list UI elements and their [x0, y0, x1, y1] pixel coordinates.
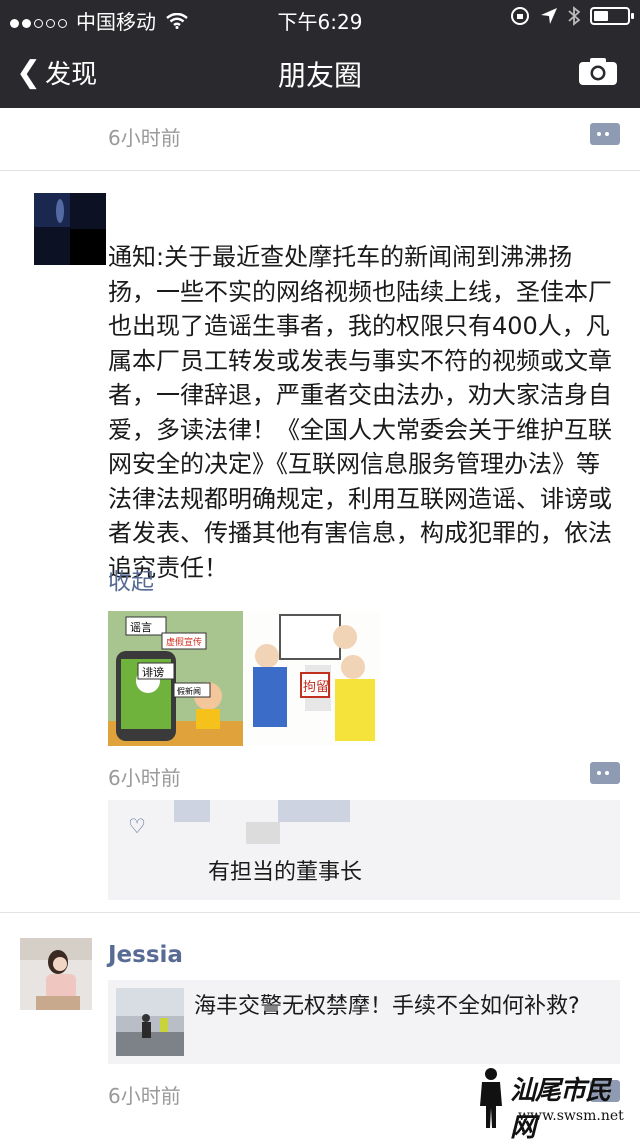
silhouette-logo: [480, 1068, 502, 1128]
article-thumbnail: [116, 988, 184, 1056]
status-bar: 中国移动 下午6:29: [0, 0, 640, 36]
avatar[interactable]: [34, 193, 106, 265]
image-word: 诽谤: [142, 665, 164, 679]
blurred-name: [174, 800, 210, 822]
article-title: 海丰交警无权禁摩！手续不全如何补救?: [194, 994, 580, 1019]
divider: [0, 170, 640, 171]
image-word: 假新闻: [177, 686, 201, 696]
post-image-rumor-cartoon[interactable]: 谣言 虚假宣传 诽谤 假新闻: [108, 611, 243, 746]
camera-icon[interactable]: [578, 56, 618, 86]
blurred-name: [246, 822, 280, 844]
image-word: 谣言: [130, 621, 152, 634]
watermark-url: www.swsm.net: [518, 1108, 624, 1124]
bluetooth-icon: [568, 6, 580, 26]
battery-icon: [590, 7, 634, 25]
comment-text[interactable]: 有担当的董事长: [208, 854, 362, 886]
watermark-text: 汕尾市民网: [510, 1076, 611, 1143]
comments-box: ♡ 有担当的董事长: [108, 800, 620, 900]
shared-article-card[interactable]: 海丰交警无权禁摩！手续不全如何补救?: [108, 980, 620, 1064]
comment-icon[interactable]: [590, 762, 620, 784]
comment-icon[interactable]: [590, 123, 620, 145]
image-word: 虚假宣传: [166, 636, 202, 648]
page-title: 朋友圈: [277, 59, 362, 92]
avatar-image: [34, 193, 106, 265]
avatar[interactable]: [20, 938, 92, 1010]
avatar-image: [20, 938, 92, 1010]
site-watermark: 汕尾市民网 www.swsm.net: [474, 1064, 634, 1143]
author-name[interactable]: Jessia: [108, 942, 183, 968]
image-word: 拘留: [303, 680, 329, 695]
heart-icon: ♡: [128, 814, 146, 838]
post-image-police-cartoon[interactable]: 拘留: [245, 611, 380, 746]
post-time: 6小时前: [108, 126, 181, 150]
nav-bar: ❮ 发现 朋友圈: [0, 36, 640, 108]
collapse-link[interactable]: 收起: [108, 562, 154, 596]
post-content: 通知:关于最近查处摩托车的新闻闹到沸沸扬扬，一些不实的网络视频也陆续上线，圣佳本…: [108, 243, 612, 582]
post-time: 6小时前: [108, 766, 181, 790]
post-time: 6小时前: [108, 1084, 181, 1108]
blurred-name: [278, 800, 350, 822]
rotation-lock-icon: [511, 7, 529, 25]
location-icon: [541, 8, 557, 24]
divider: [0, 912, 640, 913]
